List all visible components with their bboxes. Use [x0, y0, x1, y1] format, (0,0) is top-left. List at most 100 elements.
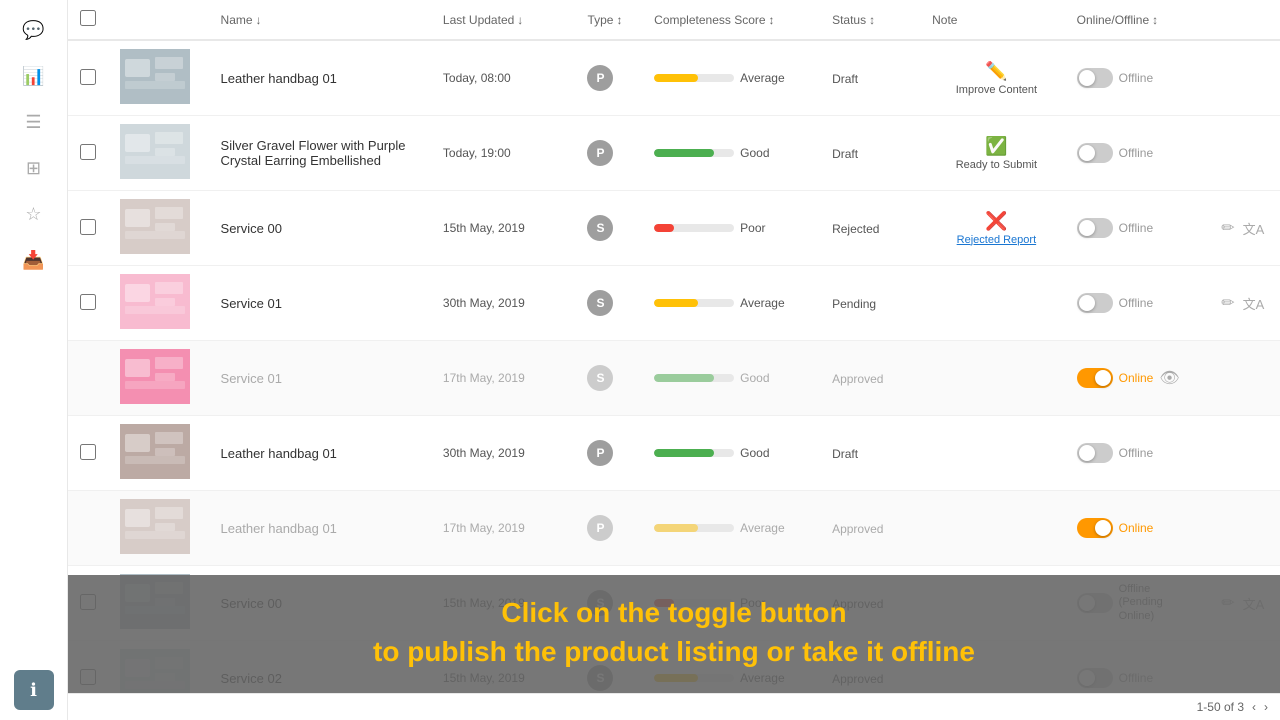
product-name-cell: Leather handbag 01 [213, 40, 435, 116]
toggle-knob [1079, 220, 1095, 236]
sort-online-icon: ↕ [1152, 13, 1158, 27]
note-status-icon: ✏️ [985, 61, 1007, 82]
col-header-type[interactable]: Type ↕ [579, 0, 646, 40]
status-cell: Approved [824, 491, 924, 566]
product-image-cell [112, 341, 212, 416]
toggle-r5[interactable] [1077, 443, 1113, 463]
row-checkbox-cell [68, 191, 112, 266]
sidebar-icon-chat[interactable]: 💬 [14, 10, 54, 50]
product-table-container: Name ↓ Last Updated ↓ Type ↕ Completenes… [68, 0, 1280, 693]
sort-type[interactable]: Type ↕ [587, 13, 622, 27]
last-updated-cell: 17th May, 2019 [435, 491, 580, 566]
sidebar-icon-chart[interactable]: 📊 [14, 56, 54, 96]
toggle-knob [1079, 445, 1095, 461]
product-name-cell: Service 01 [213, 341, 435, 416]
col-header-status[interactable]: Status ↕ [824, 0, 924, 40]
note-label: Ready to Submit [956, 159, 1037, 171]
translate-icon[interactable]: 文A [1243, 219, 1265, 238]
pagination-info: 1-50 of 3 [1197, 700, 1244, 714]
sort-completeness-icon: ↕ [769, 13, 775, 27]
note-cell [924, 416, 1069, 491]
note-link[interactable]: Rejected Report [957, 234, 1037, 246]
status-cell: Draft [824, 40, 924, 116]
toggle-r4[interactable] [1077, 293, 1113, 313]
last-updated-cell: 17th May, 2019 [435, 341, 580, 416]
col-header-name[interactable]: Name ↓ [213, 0, 435, 40]
row-checkbox[interactable] [80, 69, 96, 85]
main-content: Name ↓ Last Updated ↓ Type ↕ Completenes… [68, 0, 1280, 720]
type-cell: P [579, 116, 646, 191]
row-checkbox[interactable] [80, 144, 96, 160]
actions-cell [1213, 416, 1280, 491]
pagination-next[interactable]: › [1264, 700, 1268, 714]
edit-icon[interactable]: ✏ [1221, 293, 1234, 313]
status-cell: Rejected [824, 191, 924, 266]
sidebar-icon-info[interactable]: ℹ [14, 670, 54, 710]
row-checkbox-cell [68, 116, 112, 191]
sort-name[interactable]: Name ↓ [221, 13, 262, 27]
completeness-cell: Average [646, 40, 824, 116]
preview-eye-icon[interactable]: 👁 [1159, 368, 1179, 388]
toggle-r5b[interactable] [1077, 518, 1113, 538]
product-image-cell [112, 491, 212, 566]
toggle-label: Online [1119, 521, 1154, 535]
toggle-r1[interactable] [1077, 68, 1113, 88]
bottom-overlay: Click on the toggle button to publish th… [68, 575, 1280, 693]
note-status-icon: ✅ [985, 136, 1007, 157]
sort-updated[interactable]: Last Updated ↓ [443, 13, 523, 27]
toggle-label: Offline [1119, 146, 1153, 160]
type-cell: S [579, 266, 646, 341]
note-cell [924, 491, 1069, 566]
note-cell: ✅ Ready to Submit [924, 116, 1069, 191]
sidebar-icon-star[interactable]: ☆ [14, 194, 54, 234]
col-header-completeness[interactable]: Completeness Score ↕ [646, 0, 824, 40]
sidebar-icon-menu[interactable]: ☰ [14, 102, 54, 142]
table-row: Service 0015th May, 2019SPoorRejected❌Re… [68, 191, 1280, 266]
last-updated-cell: 30th May, 2019 [435, 416, 580, 491]
sidebar-icon-inbox[interactable]: 📥 [14, 240, 54, 280]
sort-type-icon: ↕ [616, 13, 622, 27]
last-updated-cell: Today, 19:00 [435, 116, 580, 191]
toggle-r4b[interactable] [1077, 368, 1113, 388]
status-cell: Pending [824, 266, 924, 341]
completeness-cell: Poor [646, 191, 824, 266]
row-checkbox[interactable] [80, 444, 96, 460]
row-checkbox-cell [68, 40, 112, 116]
sort-completeness[interactable]: Completeness Score ↕ [654, 13, 774, 27]
col-header-online[interactable]: Online/Offline ↕ [1069, 0, 1214, 40]
completeness-cell: Good [646, 116, 824, 191]
translate-icon[interactable]: 文A [1243, 294, 1265, 313]
note-cell: ✏️Improve Content [924, 40, 1069, 116]
sort-online[interactable]: Online/Offline ↕ [1077, 13, 1159, 27]
table-row: Silver Gravel Flower with Purple Crystal… [68, 116, 1280, 191]
toggle-label: Offline [1119, 221, 1153, 235]
toggle-label: Online [1119, 371, 1154, 385]
row-checkbox[interactable] [80, 219, 96, 235]
product-name-cell: Leather handbag 01 [213, 491, 435, 566]
type-cell: S [579, 341, 646, 416]
online-offline-cell: Online [1069, 491, 1214, 566]
pagination-bar: 1-50 of 3 ‹ › [68, 693, 1280, 720]
toggle-knob [1079, 295, 1095, 311]
overlay-line1: Click on the toggle button [88, 593, 1260, 632]
col-header-note: Note [924, 0, 1069, 40]
sort-updated-icon: ↓ [517, 13, 523, 27]
type-cell: P [579, 416, 646, 491]
toggle-r3[interactable] [1077, 218, 1113, 238]
completeness-cell: Average [646, 266, 824, 341]
status-cell: Approved [824, 341, 924, 416]
select-all-checkbox[interactable] [80, 10, 96, 26]
toggle-knob [1095, 520, 1111, 536]
row-checkbox[interactable] [80, 294, 96, 310]
note-status-icon: ❌ [985, 211, 1007, 232]
type-cell: P [579, 40, 646, 116]
sort-status[interactable]: Status ↕ [832, 13, 875, 27]
actions-cell [1213, 116, 1280, 191]
col-header-updated[interactable]: Last Updated ↓ [435, 0, 580, 40]
edit-icon[interactable]: ✏ [1221, 218, 1234, 238]
actions-cell: ✏ 文A [1213, 266, 1280, 341]
pagination-prev[interactable]: ‹ [1252, 700, 1256, 714]
online-offline-cell: Offline [1069, 416, 1214, 491]
sidebar-icon-layers[interactable]: ⊞ [14, 148, 54, 188]
toggle-r2[interactable] [1077, 143, 1113, 163]
